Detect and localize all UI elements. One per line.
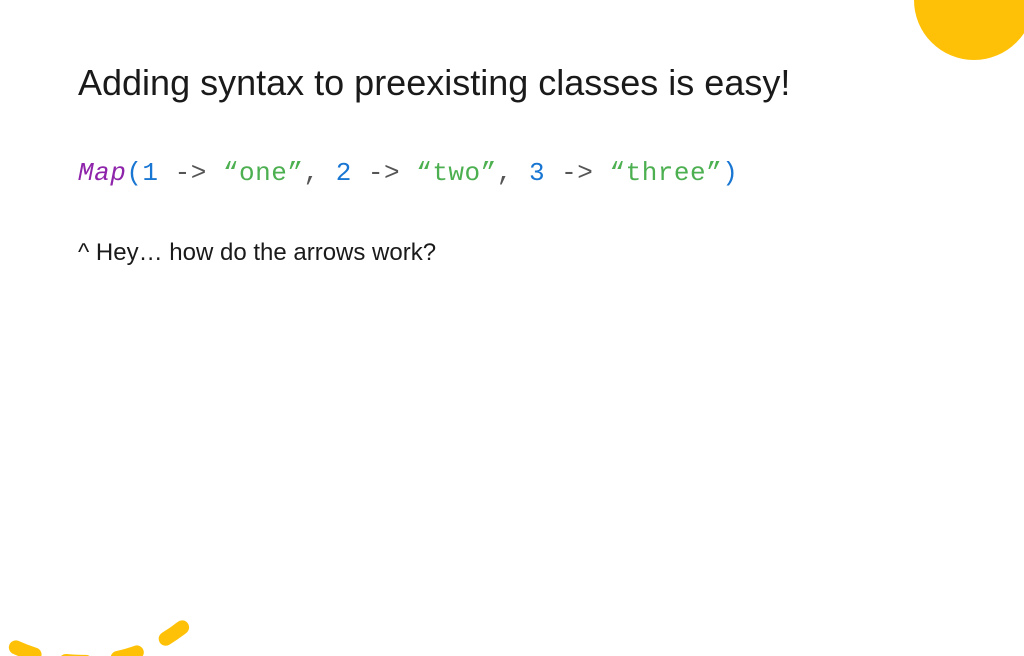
code-arrow-3: -> bbox=[545, 158, 609, 188]
slide-title: Adding syntax to preexisting classes is … bbox=[78, 62, 790, 104]
code-comma-1: , bbox=[303, 158, 335, 188]
code-num-2: 2 bbox=[336, 158, 352, 188]
code-lparen: ( bbox=[126, 158, 142, 188]
code-num-3: 3 bbox=[529, 158, 545, 188]
code-rparen: ) bbox=[722, 158, 738, 188]
question-text: ^ Hey… how do the arrows work? bbox=[78, 239, 436, 267]
code-example: Map(1 -> “one”, 2 -> “two”, 3 -> “three”… bbox=[78, 158, 738, 188]
code-arrow-2: -> bbox=[352, 158, 416, 188]
code-str-3: “three” bbox=[609, 158, 722, 188]
dashed-arc-decoration bbox=[0, 336, 240, 656]
code-num-1: 1 bbox=[142, 158, 158, 188]
code-arrow-1: -> bbox=[159, 158, 223, 188]
code-map-keyword: Map bbox=[78, 158, 126, 188]
code-comma-2: , bbox=[497, 158, 529, 188]
code-str-1: “one” bbox=[223, 158, 304, 188]
sun-decoration bbox=[914, 0, 1024, 60]
code-str-2: “two” bbox=[416, 158, 497, 188]
